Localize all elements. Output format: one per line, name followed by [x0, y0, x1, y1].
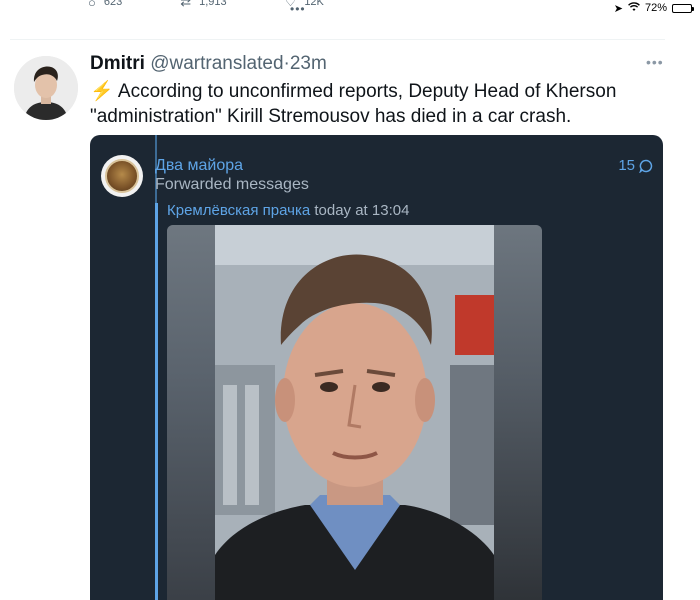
- avatar-photo: [14, 56, 78, 120]
- portrait-illustration: [215, 225, 494, 600]
- forwarded-label: Forwarded messages: [155, 176, 309, 193]
- tweet-time[interactable]: 23m: [290, 53, 327, 74]
- reply-icon: ○: [88, 0, 96, 10]
- wifi-icon: [628, 1, 640, 15]
- forward-quote-bar: [155, 203, 158, 600]
- tweet-text: ⚡ According to unconfirmed reports, Depu…: [90, 79, 650, 129]
- message-photo: [167, 225, 542, 600]
- more-icon: •••: [646, 54, 664, 70]
- retweet-count: 1,913: [199, 0, 227, 8]
- status-bar: ➤ 72%: [614, 0, 700, 16]
- portrait-photo: [215, 225, 494, 600]
- previous-tweet-actions: ○ 623 ⇄ 1,913 ♡ 12K ⇧: [88, 0, 348, 22]
- channel-name: Два майора: [155, 157, 244, 174]
- battery-percent: 72%: [644, 2, 667, 14]
- channel-avatar: [101, 155, 143, 197]
- reply-count: 623: [103, 0, 123, 8]
- comment-bubble-icon: [639, 159, 653, 173]
- reply-button[interactable]: ○ 623: [88, 0, 122, 10]
- battery-icon: [672, 3, 694, 13]
- display-name[interactable]: Dmitri: [90, 53, 145, 74]
- retweet-button[interactable]: ⇄ 1,913: [180, 0, 226, 10]
- tweet-media-image[interactable]: Два майора Forwarded messages 15 Кремлёв…: [90, 135, 663, 600]
- location-icon: ➤: [613, 2, 623, 15]
- multitasking-dots-icon[interactable]: •••: [290, 2, 306, 16]
- retweet-icon: ⇄: [180, 0, 192, 9]
- forward-author: Кремлёвская прачка: [167, 202, 311, 219]
- channel-logo: [105, 159, 139, 193]
- tweet-divider: [10, 39, 665, 40]
- forward-time: today at 13:04: [310, 202, 410, 219]
- views-counter: 15: [618, 157, 653, 174]
- forward-source: Кремлёвская прачка today at 13:04: [167, 202, 409, 219]
- lightning-icon: ⚡: [90, 81, 114, 102]
- more-options-button[interactable]: •••: [646, 54, 664, 70]
- like-count: 12K: [304, 0, 324, 8]
- tweet-body: According to unconfirmed reports, Deputy…: [90, 81, 617, 127]
- tweet-header: Dmitri @wartranslated·23m: [90, 53, 327, 75]
- avatar[interactable]: [14, 56, 78, 120]
- user-handle[interactable]: @wartranslated: [150, 53, 283, 74]
- photo-blur-left: [167, 225, 215, 600]
- views-count: 15: [618, 157, 635, 174]
- photo-blur-right: [494, 225, 542, 600]
